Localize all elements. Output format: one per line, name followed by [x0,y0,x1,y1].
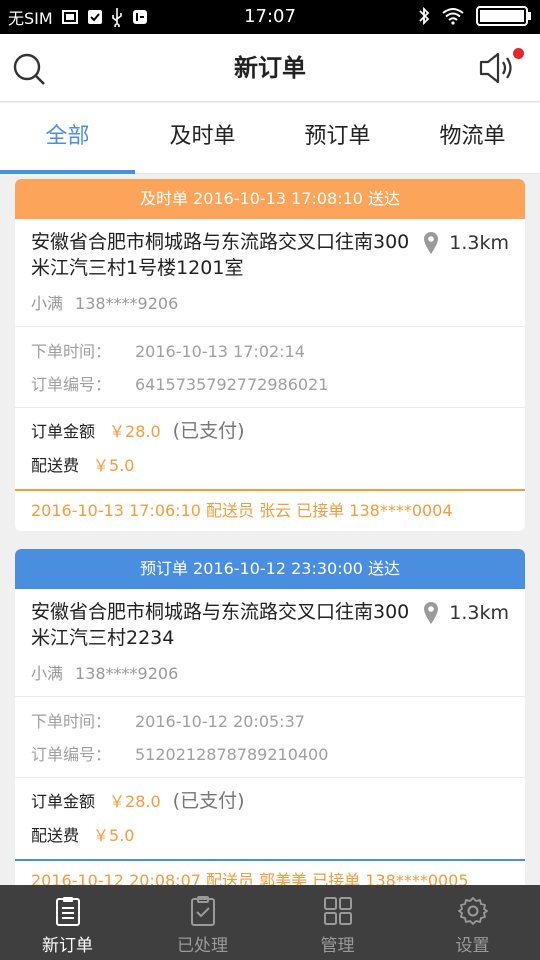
customer-name: 小满 [31,664,64,683]
customer-phone[interactable]: 138****9206 [75,294,178,313]
courier-status: 2016-10-13 17:06:10 配送员 张云 已接单 138****00… [15,489,525,531]
distance: 1.3km [423,231,509,255]
amount-label: 订单金额 [31,422,96,441]
amount-row: 订单金额 ￥28.0 (已支付) [31,784,509,819]
app-header: 新订单 [0,34,540,102]
status-bar-right [418,5,532,27]
nav-manage[interactable]: 管理 [270,885,405,960]
order-type-tabs: 全部 及时单 预订单 物流单 [0,103,540,174]
order-banner: 预订单 2016-10-12 23:30:00 送达 [15,549,525,589]
delivery-address: 安徽省合肥市桐城路与东流路交叉口往南300米江汽三村2234 [31,601,410,649]
distance-value: 1.3km [449,602,509,624]
bottom-navigation: 新订单 已处理 管理 设置 [0,885,540,960]
nav-label: 已处理 [177,936,228,956]
order-amount: ￥28.0 [109,792,161,811]
paid-status: (已支付) [172,420,245,442]
order-time-row: 下单时间： 2016-10-13 17:02:14 [31,335,509,368]
order-card[interactable]: 及时单 2016-10-13 17:08:10 送达 安徽省合肥市桐城路与东流路… [15,179,525,531]
tab-logistics[interactable]: 物流单 [405,103,540,173]
location-pin-icon [424,232,439,254]
order-time-label: 下单时间： [31,342,112,361]
order-time-label: 下单时间： [31,712,112,731]
notification-dot [513,48,524,59]
order-number: 5120212878789210400 [135,745,329,764]
customer-name: 小满 [31,294,64,313]
order-time: 2016-10-12 20:05:37 [135,712,305,731]
gear-icon [457,897,488,925]
paid-status: (已支付) [172,790,245,812]
nav-new-orders[interactable]: 新订单 [0,885,135,960]
order-time-row: 下单时间： 2016-10-12 20:05:37 [31,705,509,738]
delivery-fee: ￥5.0 [93,456,135,475]
clipboard-check-icon [190,896,215,926]
order-meta: 下单时间： 2016-10-13 17:02:14 订单编号： 6415735792… [15,327,525,408]
delivery-address: 安徽省合肥市桐城路与东流路交叉口往南300米江汽三村1号楼1201室 [31,231,410,279]
order-number-row: 订单编号： 6415735792772986021 [31,368,509,401]
bluetooth-icon [419,6,430,26]
delivery-fee-row: 配送费 ￥5.0 [31,449,509,483]
order-banner: 及时单 2016-10-13 17:08:10 送达 [15,179,525,219]
distance-value: 1.3km [449,232,509,254]
order-number-label: 订单编号： [31,375,112,394]
location-pin-icon [424,602,439,624]
battery-icon [476,6,531,26]
delivery-fee-label: 配送费 [31,456,80,475]
distance: 1.3km [423,601,509,625]
address-row: 安徽省合肥市桐城路与东流路交叉口往南300米江汽三村2234 1.3km [15,589,525,655]
nav-label: 新订单 [42,936,93,956]
order-amount: ￥28.0 [109,422,161,441]
order-payment: 订单金额 ￥28.0 (已支付) 配送费 ￥5.0 [15,408,525,489]
nav-settings[interactable]: 设置 [405,885,540,960]
customer-phone[interactable]: 138****9206 [75,664,178,683]
order-number-row: 订单编号： 5120212878789210400 [31,738,509,771]
tab-instant[interactable]: 及时单 [135,103,270,173]
sound-button[interactable] [478,50,518,86]
order-meta: 下单时间： 2016-10-12 20:05:37 订单编号： 5120212878… [15,697,525,778]
nav-label: 管理 [320,936,355,956]
clipboard-list-icon [55,897,80,926]
wifi-icon [442,8,464,25]
courier-status: 2016-10-12 20:08:07 配送员 郭美美 已接单 138****0… [15,859,525,885]
order-time: 2016-10-13 17:02:14 [135,342,305,361]
order-list[interactable]: 及时单 2016-10-13 17:08:10 送达 安徽省合肥市桐城路与东流路… [0,174,540,885]
amount-label: 订单金额 [31,792,96,811]
speaker-icon [479,52,512,84]
nav-label: 设置 [455,936,490,956]
delivery-fee-label: 配送费 [31,826,80,845]
order-number: 6415735792772986021 [135,375,329,394]
delivery-fee-row: 配送费 ￥5.0 [31,819,509,853]
status-bar: 无SIM 17:07 [0,0,540,34]
tab-all[interactable]: 全部 [0,103,135,174]
customer-contact: 小满 138****9206 [15,285,525,327]
order-card[interactable]: 预订单 2016-10-12 23:30:00 送达 安徽省合肥市桐城路与东流路… [15,549,525,885]
amount-row: 订单金额 ￥28.0 (已支付) [31,414,509,449]
tab-reserved[interactable]: 预订单 [270,103,405,173]
page-title: 新订单 [234,54,306,82]
nav-processed[interactable]: 已处理 [135,885,270,960]
order-payment: 订单金额 ￥28.0 (已支付) 配送费 ￥5.0 [15,778,525,859]
delivery-fee: ￥5.0 [93,826,135,845]
address-row: 安徽省合肥市桐城路与东流路交叉口往南300米江汽三村1号楼1201室 1.3km [15,219,525,285]
grid-icon [323,897,352,925]
customer-contact: 小满 138****9206 [15,655,525,697]
order-number-label: 订单编号： [31,745,112,764]
